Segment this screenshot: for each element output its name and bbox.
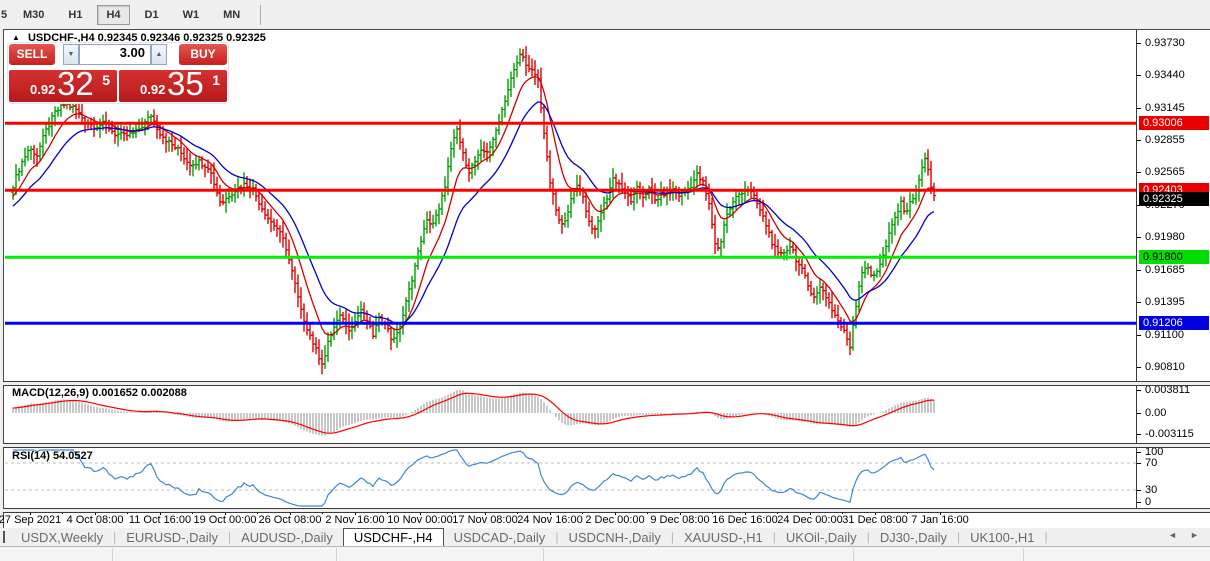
timeframe-button-m30[interactable]: M30 — [14, 5, 53, 25]
tab-ukoil-daily[interactable]: UKOil-,Daily — [776, 528, 867, 546]
rsi-panel-canvas[interactable] — [5, 448, 1137, 508]
buy-price-prefix: 0.92 — [140, 82, 166, 97]
buy-price-sup: 1 — [212, 72, 220, 88]
tab-uk100-h1[interactable]: UK100-,H1 — [960, 528, 1044, 546]
one-click-trade-panel: SELL ▼ 3.00 ▲ BUY 0.92 32 5 0.92 35 1 — [8, 43, 228, 103]
tab-dj30-daily[interactable]: DJ30-,Daily — [870, 528, 957, 546]
status-bar-divider — [336, 548, 337, 561]
timeframe-button-h4[interactable]: H4 — [97, 4, 130, 25]
sell-price-display[interactable]: 0.92 32 5 — [9, 65, 117, 102]
macd-rsi-splitter[interactable] — [3, 443, 1210, 448]
tab-separator: | — [1044, 530, 1048, 544]
spinner-up-icon: ▲ — [155, 51, 163, 58]
status-bar-divider — [112, 548, 113, 561]
tab-usdcad-daily[interactable]: USDCAD-,Daily — [444, 528, 556, 546]
timeframe-button-h1[interactable]: H1 — [59, 5, 91, 25]
timeframe-button-w1[interactable]: W1 — [174, 5, 209, 25]
timeframe-toolbar: 5 M30 H1 H4 D1 W1 MN — [0, 0, 1210, 29]
buy-price-big: 35 — [167, 65, 204, 102]
tab-audusd-daily[interactable]: AUDUSD-,Daily — [231, 528, 343, 546]
spinner-down-icon: ▼ — [67, 51, 75, 58]
main-macd-splitter[interactable] — [3, 381, 1210, 386]
tab-scroll-right-button[interactable]: ► — [1190, 530, 1199, 540]
buy-button[interactable]: BUY — [179, 44, 227, 65]
tab-usdchf-h4[interactable]: USDCHF-,H4 — [342, 528, 444, 546]
macd-label: MACD(12,26,9) 0.001652 0.002088 — [12, 387, 187, 399]
price-axis[interactable] — [1137, 30, 1210, 511]
status-bar — [0, 546, 1210, 561]
rsi-label: RSI(14) 54.0527 — [12, 450, 93, 462]
timeframe-button-mn[interactable]: MN — [214, 5, 249, 25]
sell-price-prefix: 0.92 — [30, 82, 56, 97]
tab-usdx-weekly[interactable]: USDX,Weekly — [11, 528, 113, 546]
toolbar-separator — [260, 4, 262, 25]
timeframe-button-m15-partial[interactable]: 5 — [1, 9, 11, 21]
date-axis[interactable] — [3, 511, 1137, 527]
tab-usdcnh-daily[interactable]: USDCNH-,Daily — [558, 528, 670, 546]
volume-increase-button[interactable]: ▲ — [151, 44, 167, 65]
tab-eurusd-daily[interactable]: EURUSD-,Daily — [116, 528, 228, 546]
volume-input[interactable]: 3.00 — [79, 44, 151, 65]
sell-price-sup: 5 — [102, 72, 110, 88]
tab-scroll-left-button[interactable]: ◄ — [1168, 530, 1177, 540]
mt4-workspace: { "toolbar": { "partial_button": "5", "t… — [0, 0, 1210, 561]
buy-price-display[interactable]: 0.92 35 1 — [119, 65, 227, 102]
volume-decrease-button[interactable]: ▼ — [63, 44, 79, 65]
status-bar-divider — [543, 548, 544, 561]
timeframe-button-d1[interactable]: D1 — [136, 5, 168, 25]
sell-button[interactable]: SELL — [9, 44, 55, 65]
tabbar-edge — [3, 531, 5, 543]
status-bar-divider — [853, 548, 854, 561]
chart-tab-bar: USDX,Weekly | EURUSD-,Daily | AUDUSD-,Daily U… — [0, 528, 1210, 546]
one-click-panel-toggle-icon[interactable]: ▲ — [12, 33, 20, 42]
tab-xauusd-h1[interactable]: XAUUSD-,H1 — [674, 528, 773, 546]
sell-price-big: 32 — [57, 65, 94, 102]
status-bar-divider — [1023, 548, 1024, 561]
rsi-dateaxis-splitter — [3, 508, 1210, 513]
